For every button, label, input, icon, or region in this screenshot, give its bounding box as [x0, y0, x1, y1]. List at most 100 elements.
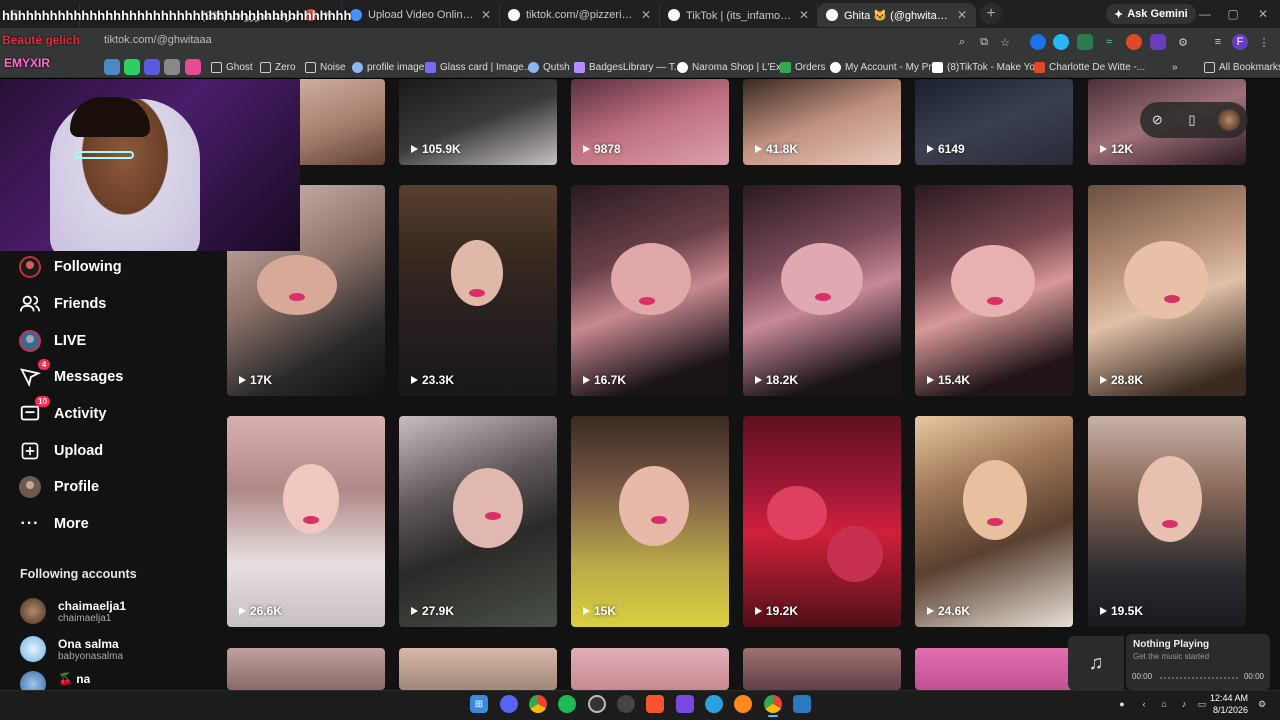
snip-icon[interactable] — [793, 695, 811, 713]
tray-network-icon[interactable]: ⌂ — [1158, 698, 1170, 710]
bookmark-badges-library[interactable]: BadgesLibrary — T... — [574, 60, 682, 74]
telegram-icon[interactable] — [705, 695, 723, 713]
extension-icon[interactable]: ≈ — [1101, 34, 1117, 50]
video-thumbnail[interactable]: 6149 — [915, 79, 1073, 165]
video-thumbnail[interactable]: 41.8K — [743, 79, 901, 165]
profile-avatar-icon[interactable]: F — [1232, 34, 1248, 50]
bookmark-glass-card[interactable]: Glass card | Image... — [425, 60, 532, 74]
zoom-icon[interactable]: ⌕ — [954, 34, 970, 50]
tray-volume-icon[interactable]: ♪ — [1178, 698, 1190, 710]
bookmark-zero[interactable]: Zero — [260, 60, 296, 74]
url-field[interactable]: tiktok.com/@ghwitaaa — [104, 34, 212, 46]
video-thumbnail[interactable]: 23.3K — [399, 185, 557, 396]
avatar[interactable] — [1217, 109, 1240, 131]
sidebar-item-profile[interactable]: Profile — [18, 474, 99, 500]
bookmark-icon[interactable] — [144, 59, 160, 75]
tray-arrow-icon[interactable]: ‹ — [1138, 698, 1150, 710]
discord-icon[interactable] — [500, 695, 518, 713]
video-thumbnail[interactable] — [743, 648, 901, 690]
video-thumbnail[interactable]: 15.4K — [915, 185, 1073, 396]
bookmark-naroma[interactable]: Naroma Shop | L'Ex... — [677, 60, 789, 74]
spotify-icon[interactable] — [558, 695, 576, 713]
app-icon[interactable] — [617, 695, 635, 713]
chrome-icon[interactable] — [529, 695, 547, 713]
bookmark-icon[interactable] — [185, 59, 201, 75]
bookmark-noise[interactable]: Noise — [305, 60, 346, 74]
bookmark-icon[interactable] — [164, 59, 180, 75]
tab-close-icon[interactable]: ✕ — [641, 8, 651, 22]
notification-bell-icon[interactable]: ⚙ — [1256, 698, 1268, 710]
following-account[interactable]: Ona salma babyonasalma — [20, 634, 123, 664]
following-account[interactable]: chaimaelja1 chaimaelja1 — [20, 596, 126, 626]
bookmarks-overflow-button[interactable]: » — [1172, 60, 1178, 74]
video-thumbnail[interactable] — [571, 648, 729, 690]
extension-icon[interactable] — [1126, 34, 1142, 50]
video-thumbnail[interactable]: 26.6K — [227, 416, 385, 627]
tab-close-icon[interactable]: ✕ — [957, 8, 967, 22]
chrome-active-icon[interactable] — [764, 695, 782, 717]
window-close-button[interactable]: ✕ — [1248, 4, 1278, 24]
media-controls-icon[interactable]: ≡ — [1210, 34, 1226, 50]
tray-battery-icon[interactable]: ▭ — [1196, 698, 1208, 710]
video-thumbnail[interactable]: 16.7K — [571, 185, 729, 396]
minimize-button[interactable]: — — [1190, 4, 1220, 24]
taskbar-clock[interactable]: 12:44 AM 8/1/2026 — [1210, 692, 1248, 716]
tab-close-icon[interactable]: ✕ — [799, 8, 809, 22]
bookmark-profile-image[interactable]: profile image — [352, 60, 424, 74]
sidebar-item-activity[interactable]: 10 Activity — [18, 396, 106, 427]
video-thumbnail[interactable]: 27.9K — [399, 416, 557, 627]
video-thumbnail[interactable]: 19.2K — [743, 416, 901, 627]
sidebar-item-more[interactable]: ··· More — [18, 511, 89, 537]
all-bookmarks-button[interactable]: All Bookmarks — [1204, 60, 1280, 74]
video-thumbnail[interactable]: 18.2K — [743, 185, 901, 396]
menu-kebab-icon[interactable]: ⋮ — [1256, 34, 1272, 50]
media-progress-bar[interactable] — [1160, 677, 1238, 679]
firefox-icon[interactable] — [734, 695, 752, 713]
new-tab-button[interactable]: + — [980, 3, 1002, 25]
start-icon[interactable]: ⊞ — [470, 695, 488, 713]
extension-icon[interactable] — [1030, 34, 1046, 50]
sidebar-item-friends[interactable]: Friends — [18, 291, 106, 317]
video-thumbnail[interactable] — [227, 648, 385, 690]
vpn-icon[interactable] — [676, 695, 694, 713]
video-thumbnail[interactable]: 28.8K — [1088, 185, 1246, 396]
install-app-icon[interactable]: ⧉ — [976, 34, 992, 50]
video-thumbnail[interactable]: 105.9K — [399, 79, 557, 165]
browser-tab[interactable]: tiktok.com/@pizzeriasouli33/liv ✕ — [500, 3, 660, 27]
browser-tab-active[interactable]: Ghita 🐱 (@ghwitaaa) | TikTok ✕ — [818, 3, 976, 27]
brave-icon[interactable] — [646, 695, 664, 713]
sidebar-item-messages[interactable]: 4 Messages — [18, 359, 123, 390]
bookmark-icon[interactable] — [124, 59, 140, 75]
bookmark-tiktok[interactable]: (8)TikTok - Make Yo... — [932, 60, 1043, 74]
sidebar-item-live[interactable]: LIVE — [18, 328, 86, 354]
bookmark-ghost[interactable]: Ghost — [211, 60, 253, 74]
sidebar-item-upload[interactable]: Upload — [18, 438, 103, 464]
link-icon[interactable]: ⊘ — [1148, 111, 1166, 129]
video-thumbnail[interactable]: 19.5K — [1088, 416, 1246, 627]
extensions-puzzle-icon[interactable]: ⚙ — [1175, 34, 1191, 50]
video-thumbnail[interactable]: 24.6K — [915, 416, 1073, 627]
bookmark-icon[interactable] — [104, 59, 120, 75]
bookmark-star-icon[interactable]: ☆ — [997, 34, 1013, 50]
browser-tab[interactable]: Upload Video Online - Free Vi ✕ — [342, 3, 500, 27]
bookmark-my-account[interactable]: My Account - My Pr... — [830, 60, 939, 74]
bookmark-charlotte[interactable]: Charlotte De Witte -... — [1034, 60, 1145, 74]
device-icon[interactable]: ▯ — [1183, 111, 1201, 129]
video-thumbnail[interactable]: 9878 — [571, 79, 729, 165]
sidebar-item-following[interactable]: Following — [18, 254, 122, 280]
music-note-icon[interactable]: ♫ — [1068, 636, 1124, 690]
ask-gemini-button[interactable]: ✦ Ask Gemini — [1106, 4, 1196, 24]
obs-icon[interactable] — [588, 695, 606, 713]
extension-icon[interactable] — [1053, 34, 1069, 50]
video-thumbnail[interactable] — [399, 648, 557, 690]
browser-tab[interactable]: TikTok | (its_infamous@) كريم ✕ — [660, 3, 818, 27]
following-account[interactable]: 🍒 na — [20, 668, 90, 690]
extension-icon[interactable] — [1150, 34, 1166, 50]
bookmark-qutsh[interactable]: Qutsh — [528, 60, 570, 74]
tray-discord-icon[interactable]: ● — [1116, 698, 1128, 710]
bookmark-orders[interactable]: Orders — [780, 60, 826, 74]
video-thumbnail[interactable]: 15K — [571, 416, 729, 627]
video-thumbnail[interactable] — [915, 648, 1073, 690]
tab-close-icon[interactable]: ✕ — [481, 8, 491, 22]
maximize-button[interactable]: ▢ — [1218, 4, 1248, 24]
